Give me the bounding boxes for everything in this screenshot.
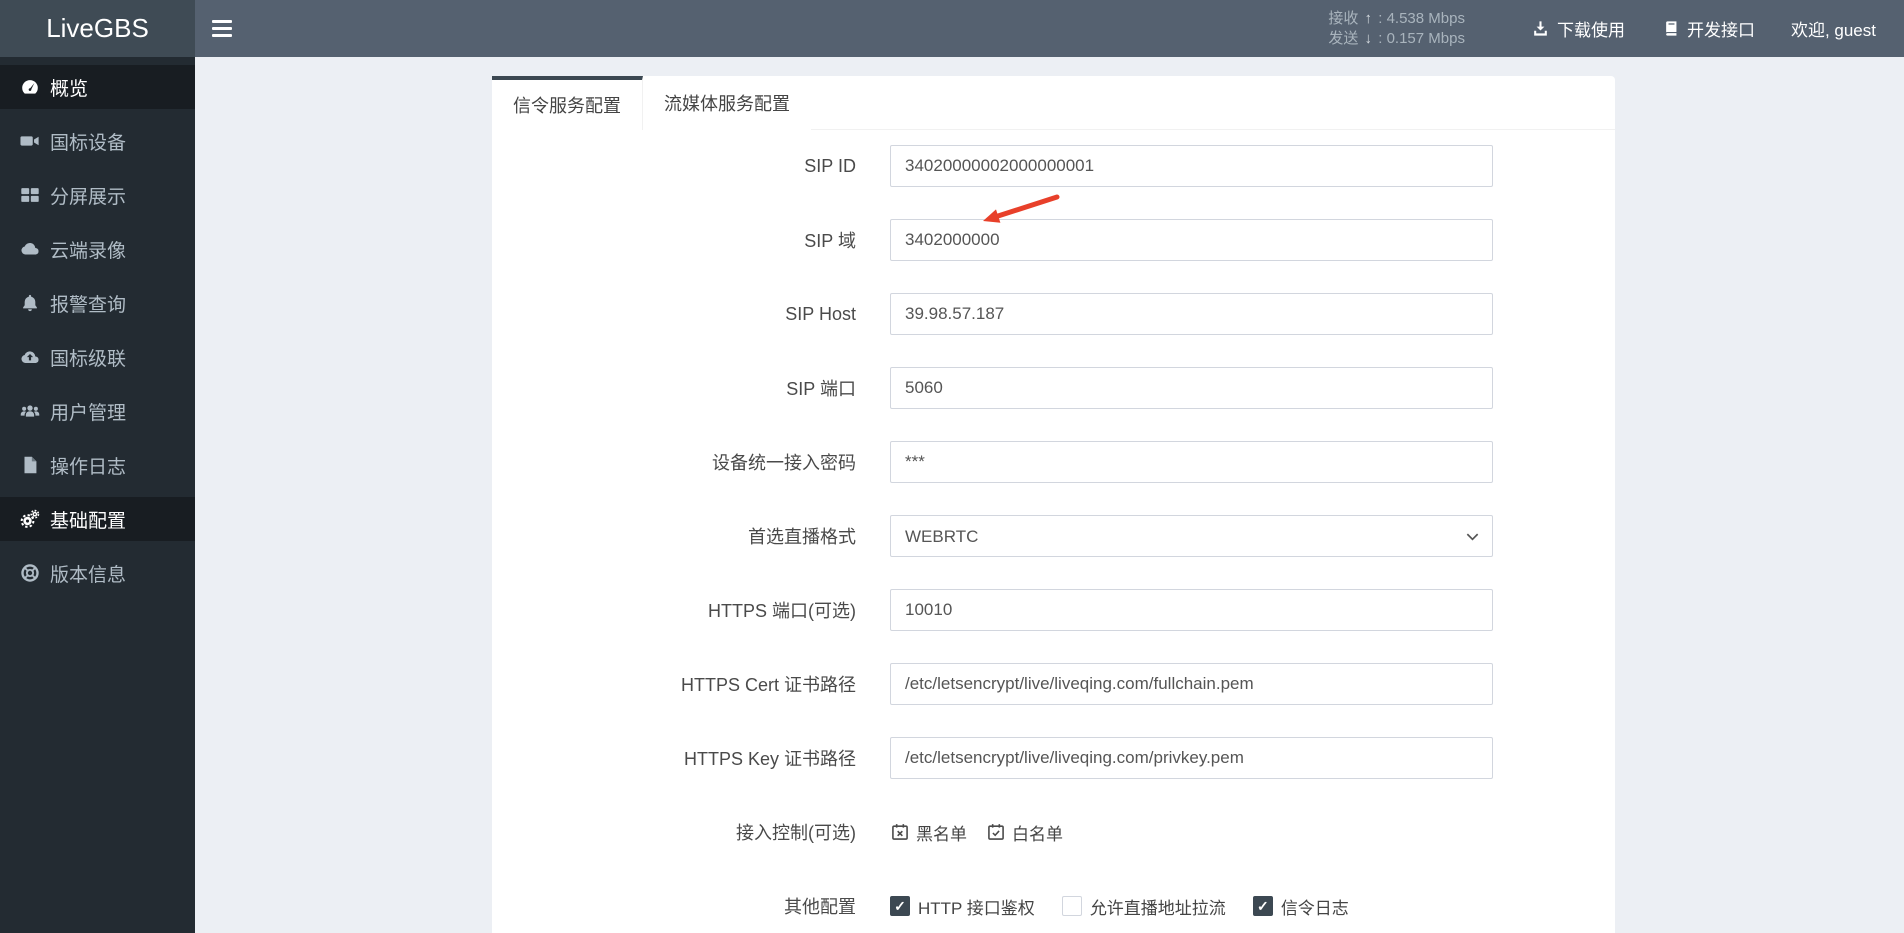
tab-signaling-service-config[interactable]: 信令服务配置 — [492, 76, 643, 130]
hamburger-icon — [212, 20, 232, 23]
preferred-live-format-select[interactable]: WEBRTC — [890, 515, 1493, 557]
field-label: HTTPS 端口(可选) — [708, 601, 856, 621]
https-key-path-input[interactable] — [890, 737, 1493, 779]
file-icon — [18, 454, 42, 476]
camera-icon — [18, 130, 42, 152]
field-label: 其他配置 — [784, 897, 856, 917]
form-row-https-key: HTTPS Key 证书路径 — [492, 737, 1615, 779]
form-row-other-config: 其他配置 HTTP 接口鉴权 允许直播地址拉流 信令日志 — [492, 885, 1615, 927]
sidebar-item-overview[interactable]: 概览 — [0, 65, 195, 109]
sidebar-item-split-screen[interactable]: 分屏展示 — [0, 173, 195, 217]
https-cert-path-input[interactable] — [890, 663, 1493, 705]
sidebar-item-label: 报警查询 — [50, 294, 127, 316]
form-row-sip-host: SIP Host — [492, 293, 1615, 335]
sidebar-item-label: 国标级联 — [50, 348, 127, 370]
sidebar-item-cloud-recording[interactable]: 云端录像 — [0, 227, 195, 271]
sidebar-item-gb-devices[interactable]: 国标设备 — [0, 119, 195, 163]
sidebar-item-version-info[interactable]: 版本信息 — [0, 551, 195, 595]
send-rate: 发送 ↓ : 0.157 Mbps — [1328, 29, 1465, 47]
sidebar-item-label: 版本信息 — [50, 564, 127, 586]
bandwidth-stats: 接收 ↑ : 4.538 Mbps 发送 ↓ : 0.157 Mbps — [1328, 9, 1465, 49]
form-row-access-control: 接入控制(可选) 黑名单 白名单 — [492, 811, 1615, 853]
hamburger-icon — [212, 34, 232, 37]
download-icon — [1534, 21, 1547, 36]
sip-port-input[interactable] — [890, 367, 1493, 409]
form-row-live-format: 首选直播格式 WEBRTC — [492, 515, 1615, 557]
checkbox-icon — [1061, 896, 1082, 916]
calendar-check-icon — [988, 824, 1004, 840]
sidebar-nav: 概览 国标设备 分屏展示 云端录像 报警查询 国标级联 用户管理 操作日志 基础… — [0, 57, 195, 933]
sip-host-input[interactable] — [890, 293, 1493, 335]
sidebar-item-gb-cascade[interactable]: 国标级联 — [0, 335, 195, 379]
device-access-password-input[interactable] — [890, 441, 1493, 483]
sidebar-item-label: 概览 — [50, 78, 89, 100]
header-right: 接收 ↑ : 4.538 Mbps 发送 ↓ : 0.157 Mbps 下载使用… — [1328, 0, 1904, 57]
form-row-https-cert: HTTPS Cert 证书路径 — [492, 663, 1615, 705]
tab-media-service-config[interactable]: 流媒体服务配置 — [643, 76, 811, 130]
https-port-input[interactable] — [890, 589, 1493, 631]
bell-icon — [18, 292, 42, 314]
http-api-auth-checkbox[interactable]: HTTP 接口鉴权 — [890, 894, 1035, 919]
form-row-https-port: HTTPS 端口(可选) — [492, 589, 1615, 631]
user-menu[interactable]: 欢迎, guest — [1791, 16, 1876, 41]
sidebar-item-operation-log[interactable]: 操作日志 — [0, 443, 195, 487]
form-row-sip-port: SIP 端口 — [492, 367, 1615, 409]
sidebar-item-label: 操作日志 — [50, 456, 127, 478]
sidebar-item-basic-config[interactable]: 基础配置 — [0, 497, 195, 541]
form-row-sip-id: SIP ID — [492, 145, 1615, 187]
sidebar-item-label: 国标设备 — [50, 132, 127, 154]
app-logo[interactable]: LiveGBS — [0, 0, 195, 57]
field-label: SIP 域 — [804, 231, 856, 251]
signaling-config-form: SIP ID SIP 域 SIP Host SIP 端口 设备统一接入密码 首选 — [492, 130, 1615, 927]
sip-id-input[interactable] — [890, 145, 1493, 187]
top-header: LiveGBS 接收 ↑ : 4.538 Mbps 发送 ↓ : 0.157 M… — [0, 0, 1904, 57]
form-row-device-password: 设备统一接入密码 — [492, 441, 1615, 483]
main-content: 信令服务配置 流媒体服务配置 SIP ID SIP 域 SIP Host SIP… — [195, 57, 1904, 933]
field-label: SIP Host — [785, 303, 856, 324]
sidebar-toggle-button[interactable] — [212, 0, 234, 57]
receive-rate: 接收 ↑ : 4.538 Mbps — [1328, 9, 1465, 27]
grid-icon — [18, 184, 42, 206]
cloud-upload-icon — [18, 346, 42, 368]
calendar-times-icon — [892, 824, 908, 840]
sidebar-item-label: 基础配置 — [50, 510, 127, 532]
dashboard-icon — [18, 76, 42, 98]
sip-domain-input[interactable] — [890, 219, 1493, 261]
checkbox-icon — [890, 896, 910, 916]
sidebar-item-label: 用户管理 — [50, 402, 127, 424]
sidebar-item-alarm-query[interactable]: 报警查询 — [0, 281, 195, 325]
field-label: 接入控制(可选) — [736, 823, 856, 843]
allow-live-url-pull-checkbox[interactable]: 允许直播地址拉流 — [1061, 894, 1226, 919]
blacklist-button[interactable]: 黑名单 — [890, 820, 967, 845]
cloud-icon — [18, 238, 42, 260]
sidebar-item-label: 分屏展示 — [50, 186, 127, 208]
field-label: SIP ID — [804, 155, 856, 176]
version-icon — [18, 562, 42, 584]
whitelist-button[interactable]: 白名单 — [986, 820, 1063, 845]
field-label: 设备统一接入密码 — [712, 453, 856, 473]
field-label: HTTPS Key 证书路径 — [683, 749, 856, 769]
sidebar-item-user-management[interactable]: 用户管理 — [0, 389, 195, 433]
sidebar-item-label: 云端录像 — [50, 240, 127, 262]
users-icon — [18, 400, 42, 422]
arrow-down-icon: ↓ — [1364, 29, 1373, 47]
gears-icon — [18, 508, 42, 530]
config-card: 信令服务配置 流媒体服务配置 SIP ID SIP 域 SIP Host SIP… — [492, 76, 1615, 933]
field-label: SIP 端口 — [786, 379, 856, 399]
book-icon — [1666, 21, 1677, 36]
hamburger-icon — [212, 27, 232, 30]
field-label: HTTPS Cert 证书路径 — [680, 675, 856, 695]
signaling-log-checkbox[interactable]: 信令日志 — [1252, 894, 1349, 919]
form-row-sip-domain: SIP 域 — [492, 219, 1615, 261]
api-docs-link[interactable]: 开发接口 — [1661, 16, 1755, 41]
config-tabs: 信令服务配置 流媒体服务配置 — [492, 76, 1615, 130]
arrow-up-icon: ↑ — [1364, 9, 1373, 27]
checkbox-icon — [1252, 896, 1273, 916]
download-link[interactable]: 下载使用 — [1531, 16, 1625, 41]
field-label: 首选直播格式 — [748, 527, 856, 547]
